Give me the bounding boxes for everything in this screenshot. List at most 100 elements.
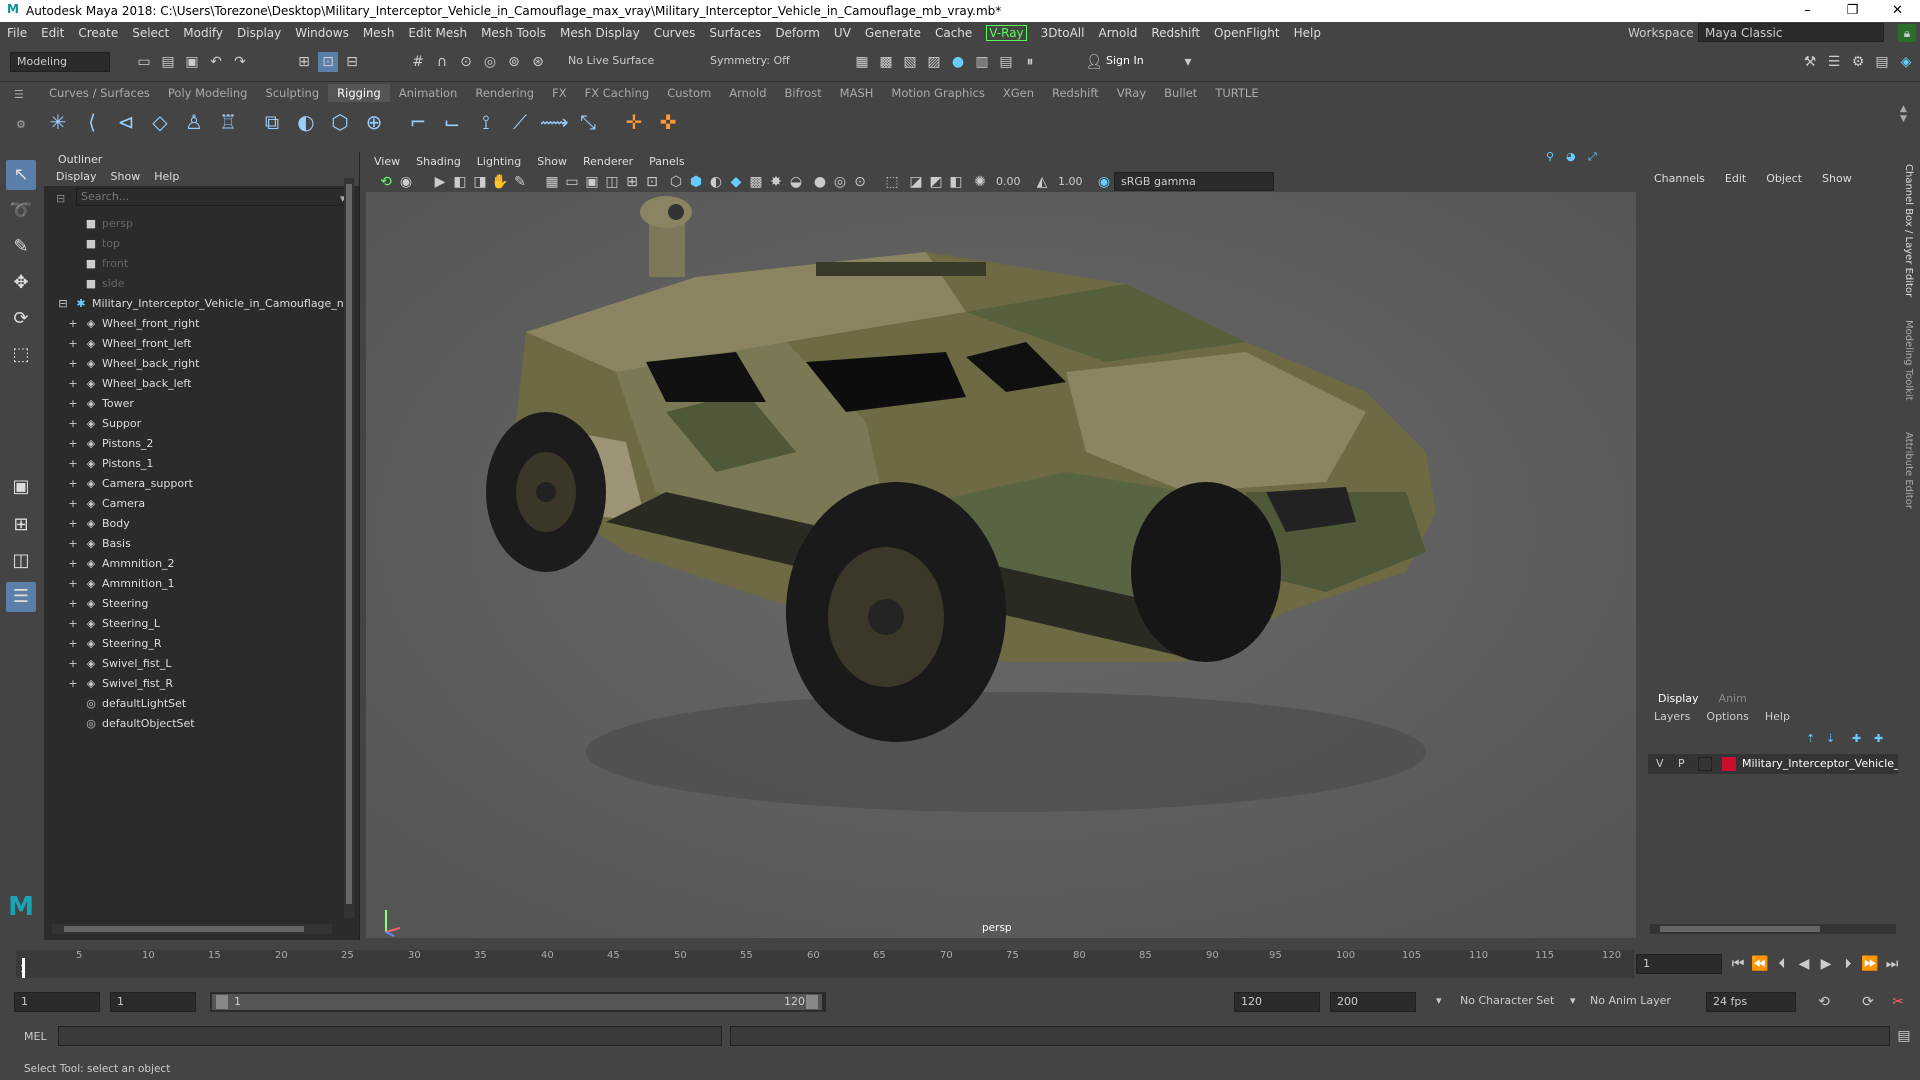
colorspace-dropdown[interactable]: sRGB gamma bbox=[1114, 172, 1274, 191]
shelf-scroll-icon[interactable]: ▲ ▼ bbox=[1900, 104, 1907, 124]
list-item[interactable]: + ◈ Swivel_fist_L bbox=[66, 654, 171, 674]
shelf-tab-bifrost[interactable]: Bifrost bbox=[776, 84, 831, 102]
select-tool-icon[interactable]: ↖ bbox=[6, 160, 36, 190]
menu-modify[interactable]: Modify bbox=[176, 26, 230, 40]
insert-joint-icon[interactable]: ⟨ bbox=[78, 108, 106, 136]
menu-help[interactable]: Help bbox=[1287, 26, 1328, 40]
list-item[interactable]: + ◈ Pistons_1 bbox=[66, 454, 153, 474]
expand-icon[interactable]: + bbox=[66, 594, 80, 614]
grid-icon[interactable]: ▦ bbox=[542, 172, 562, 192]
ambient-occlusion-icon[interactable]: ◒ bbox=[786, 172, 806, 192]
anim-start-field[interactable]: 1 bbox=[110, 992, 196, 1012]
safe-action-icon[interactable]: ⊡ bbox=[642, 172, 662, 192]
loop-icon[interactable]: ⟲ bbox=[1814, 992, 1834, 1012]
outliner-menu-help[interactable]: Help bbox=[154, 168, 179, 186]
list-item[interactable]: + ◈ Pistons_2 bbox=[66, 434, 153, 454]
undo-icon[interactable]: ↶ bbox=[206, 52, 226, 72]
current-frame-field[interactable]: 1 bbox=[1636, 954, 1722, 974]
wire-deformer-icon[interactable]: ⟋ bbox=[506, 108, 534, 136]
lasso-tool-icon[interactable]: ➰ bbox=[6, 196, 36, 226]
step-forward-frame-icon[interactable]: ⏵ bbox=[1838, 954, 1858, 974]
expand-icon[interactable]: + bbox=[66, 534, 80, 554]
layer-visibility-toggle[interactable]: V bbox=[1656, 754, 1664, 774]
resolution-gate-icon[interactable]: ▣ bbox=[582, 172, 602, 192]
expand-icon[interactable]: + bbox=[66, 334, 80, 354]
snap-curve-icon[interactable]: ∩ bbox=[432, 52, 452, 72]
scroll-thumb[interactable] bbox=[64, 926, 304, 932]
menu-create[interactable]: Create bbox=[71, 26, 125, 40]
expand-icon[interactable]: + bbox=[66, 614, 80, 634]
menu-select[interactable]: Select bbox=[125, 26, 176, 40]
shelf-settings-icon[interactable]: ⚙ bbox=[16, 118, 26, 131]
list-item[interactable]: ■ side bbox=[84, 274, 125, 294]
expand-icon[interactable]: + bbox=[66, 494, 80, 514]
pause-render-icon[interactable]: ⏸ bbox=[1020, 52, 1040, 72]
shelf-tab-redshift[interactable]: Redshift bbox=[1043, 84, 1108, 102]
mirror-joint-icon[interactable]: ⊲ bbox=[112, 108, 140, 136]
anti-aliasing-icon[interactable]: ◎ bbox=[830, 172, 850, 192]
menu-arnold[interactable]: Arnold bbox=[1091, 26, 1144, 40]
list-item[interactable]: + ◈ Basis bbox=[66, 534, 130, 554]
list-item[interactable]: + ◈ Ammnition_2 bbox=[66, 554, 174, 574]
panel-expand-icon[interactable]: ⤢ bbox=[1588, 150, 1597, 164]
viewport-menu-show[interactable]: Show bbox=[529, 152, 575, 172]
new-layer-selected-icon[interactable]: ✚ bbox=[1852, 732, 1861, 745]
menu-vray[interactable]: V-Ray bbox=[979, 25, 1033, 41]
shelf-tab-fx[interactable]: FX bbox=[543, 84, 576, 102]
human-ik-icon[interactable]: ♖ bbox=[214, 108, 242, 136]
shelf-tab-poly-modeling[interactable]: Poly Modeling bbox=[159, 84, 257, 102]
menu-mesh-display[interactable]: Mesh Display bbox=[553, 26, 647, 40]
list-item[interactable]: + ◈ Ammnition_1 bbox=[66, 574, 174, 594]
shelf-tab-fx-caching[interactable]: FX Caching bbox=[576, 84, 659, 102]
joint-tool-icon[interactable]: ✳ bbox=[44, 108, 72, 136]
expand-icon[interactable]: + bbox=[66, 674, 80, 694]
channel-menu-channels[interactable]: Channels bbox=[1654, 168, 1705, 190]
list-item[interactable]: ◎ defaultObjectSet bbox=[84, 714, 194, 734]
go-to-end-icon[interactable]: ⏭ bbox=[1882, 954, 1902, 974]
outliner-hscrollbar[interactable] bbox=[52, 924, 332, 934]
outliner-search-input[interactable]: Search... bbox=[76, 188, 349, 206]
exposure-field[interactable]: 0.00 bbox=[990, 173, 1030, 191]
expand-icon[interactable]: + bbox=[66, 394, 80, 414]
close-button[interactable]: ✕ bbox=[1875, 0, 1920, 22]
expand-icon[interactable]: + bbox=[66, 314, 80, 334]
play-backwards-icon[interactable]: ◀ bbox=[1794, 954, 1814, 974]
expand-icon[interactable]: + bbox=[66, 654, 80, 674]
panel-layout-icon[interactable]: ⚲ bbox=[1546, 150, 1554, 163]
menu-surfaces[interactable]: Surfaces bbox=[702, 26, 768, 40]
anim-layer-dropdown[interactable]: No Anim Layer bbox=[1590, 994, 1671, 1007]
ipr-render-icon[interactable]: ▧ bbox=[900, 52, 920, 72]
chevron-down-icon[interactable]: ▾ bbox=[1178, 52, 1198, 72]
shelf-tab-rendering[interactable]: Rendering bbox=[466, 84, 543, 102]
symmetry-dropdown[interactable]: Symmetry: Off bbox=[704, 52, 808, 72]
channel-menu-edit[interactable]: Edit bbox=[1725, 168, 1746, 190]
shelf-tab-bullet[interactable]: Bullet bbox=[1155, 84, 1206, 102]
panel-options-icon[interactable]: ◕ bbox=[1566, 150, 1576, 163]
gate-mask-icon[interactable]: ◫ bbox=[602, 172, 622, 192]
go-to-start-icon[interactable]: ⏮ bbox=[1728, 954, 1748, 974]
select-camera-icon[interactable]: ⟲ bbox=[376, 172, 396, 192]
list-item[interactable]: + ◈ Camera bbox=[66, 494, 145, 514]
orient-joint-icon[interactable]: ◇ bbox=[146, 108, 174, 136]
layer-row[interactable]: V P Military_Interceptor_Vehicle_in bbox=[1648, 754, 1898, 774]
live-surface-field[interactable]: No Live Surface bbox=[562, 52, 666, 72]
ik-handle-icon[interactable]: ⌐ bbox=[404, 108, 432, 136]
menu-mesh[interactable]: Mesh bbox=[356, 26, 402, 40]
viewport-menu-panels[interactable]: Panels bbox=[641, 152, 692, 172]
range-end-grip[interactable] bbox=[806, 995, 818, 1009]
chevron-down-icon[interactable]: ▾ bbox=[1570, 994, 1576, 1007]
collapse-icon[interactable]: ⊟ bbox=[56, 294, 70, 314]
bookmarks-icon[interactable]: ◧ bbox=[450, 172, 470, 192]
expand-icon[interactable]: + bbox=[66, 514, 80, 534]
cluster-icon[interactable]: ⊕ bbox=[360, 108, 388, 136]
paint-weights-icon[interactable]: ◐ bbox=[292, 108, 320, 136]
layer-tab-anim[interactable]: Anim bbox=[1719, 690, 1747, 708]
menu-file[interactable]: File bbox=[0, 26, 34, 40]
menu-windows[interactable]: Windows bbox=[288, 26, 356, 40]
viewport-menu-lighting[interactable]: Lighting bbox=[469, 152, 529, 172]
menu-mesh-tools[interactable]: Mesh Tools bbox=[474, 26, 553, 40]
shelf-tab-rigging[interactable]: Rigging bbox=[328, 84, 390, 102]
list-item[interactable]: ■ persp bbox=[84, 214, 133, 234]
list-item[interactable]: ■ top bbox=[84, 234, 120, 254]
shelf-tab-mash[interactable]: MASH bbox=[831, 84, 883, 102]
